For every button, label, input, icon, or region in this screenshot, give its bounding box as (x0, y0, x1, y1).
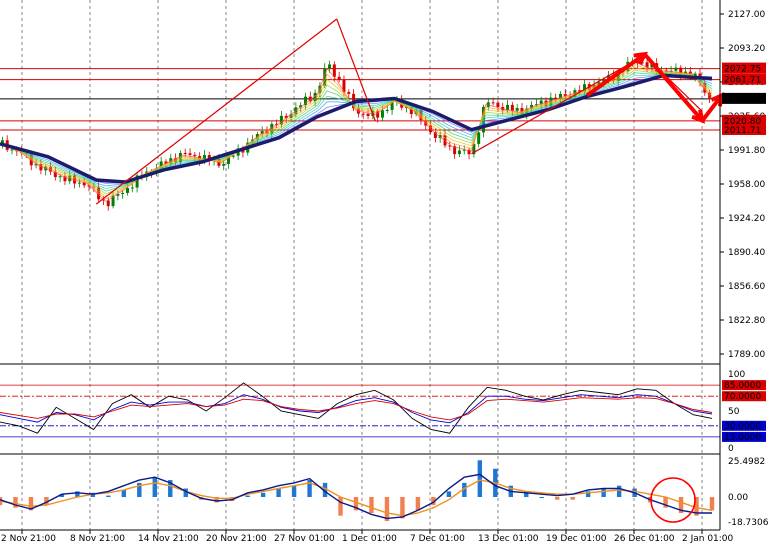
y-tick-label: 1991.80 (728, 146, 765, 156)
y-tick-label: 2127.00 (728, 10, 765, 20)
macd-histogram-bar (152, 477, 157, 497)
macd-histogram-bar (616, 485, 622, 497)
y-tick-label: 1789.00 (728, 350, 765, 360)
price-chart: 2127.002093.202059.402025.601991.801958.… (0, 0, 770, 545)
level-label: 2061.71 (724, 76, 761, 86)
candle-body (77, 182, 81, 184)
y-tick-label: 1822.80 (728, 316, 765, 326)
rsi-axis-label: 50 (728, 407, 740, 417)
candle-body (496, 102, 500, 107)
candle-body (515, 108, 519, 111)
macd-histogram-bar (415, 497, 421, 511)
candle-body (222, 163, 226, 166)
macd-histogram-bar (555, 497, 560, 500)
candle-body (385, 109, 389, 111)
candle-body (477, 132, 481, 144)
macd-histogram-bar (446, 491, 452, 497)
candle-body (347, 92, 351, 94)
macd-histogram-bar (477, 460, 483, 497)
candle-body (188, 153, 192, 155)
x-tick-label: 26 Dec 01:00 (614, 534, 675, 544)
macd-histogram-bar (338, 497, 343, 516)
candle-body (380, 110, 384, 118)
y-tick-label: 1890.40 (728, 248, 765, 258)
macd-histogram-bar (260, 492, 266, 497)
chart-background (0, 0, 770, 545)
macd-histogram-bar (570, 497, 575, 500)
macd-histogram-bar (369, 497, 374, 514)
candle-body (510, 104, 514, 111)
candle-body (125, 188, 129, 193)
x-tick-label: 13 Dec 01:00 (478, 534, 539, 544)
x-tick-label: 20 Nov 21:00 (206, 534, 267, 544)
level-label: 2072.75 (724, 65, 761, 75)
rsi-level-label: 70.0000 (724, 392, 761, 402)
candle-body (328, 64, 332, 69)
macd-histogram-bar (539, 497, 544, 498)
macd-histogram-bar (601, 488, 606, 497)
x-tick-label: 8 Nov 21:00 (70, 534, 125, 544)
candle-body (130, 187, 134, 189)
candle-body (183, 152, 187, 154)
macd-histogram-bar (291, 485, 297, 497)
x-tick-label: 1 Dec 01:00 (342, 534, 397, 544)
candle-body (366, 113, 370, 116)
rsi-axis-label: 100 (728, 370, 745, 380)
candle-body (674, 67, 678, 71)
x-tick-label: 2 Nov 21:00 (1, 534, 56, 544)
y-tick-label: 1924.20 (728, 214, 765, 224)
y-tick-label: 1856.60 (728, 282, 765, 292)
level-label: 2011.71 (724, 126, 761, 136)
candle-body (337, 76, 341, 80)
level-label: 2042.61 (724, 95, 761, 105)
y-tick-label: 1958.00 (728, 180, 765, 190)
x-tick-label: 7 Dec 01:00 (410, 534, 465, 544)
x-tick-label: 14 Nov 21:00 (138, 534, 199, 544)
candle-body (457, 150, 461, 155)
macd-histogram-bar (121, 489, 127, 497)
macd-histogram-bar (106, 495, 111, 497)
rsi-level-label: 85.0000 (724, 381, 761, 391)
macd-histogram-bar (709, 497, 715, 511)
rsi-level-label: 30.0000 (724, 422, 761, 432)
candle-body (491, 102, 495, 104)
x-tick-label: 27 Nov 01:00 (274, 534, 335, 544)
macd-histogram-bar (245, 495, 250, 497)
macd-axis-label: 0.00 (728, 493, 748, 503)
x-tick-label: 2 Jan 01:00 (682, 534, 734, 544)
candle-body (10, 149, 14, 151)
y-tick-label: 2093.20 (728, 44, 765, 54)
rsi-axis-label: 0 (728, 444, 734, 454)
macd-histogram-bar (276, 488, 281, 497)
candle-body (332, 64, 336, 77)
candle-body (121, 192, 125, 195)
candle-body (106, 200, 110, 207)
rsi-level-label: 15.0000 (724, 433, 761, 443)
x-tick-label: 19 Dec 01:00 (546, 534, 607, 544)
macd-axis-label: -18.7306 (728, 518, 769, 528)
candle-body (193, 154, 197, 157)
candle-body (361, 113, 365, 115)
macd-axis-label: 25.4982 (728, 457, 765, 467)
candle-body (58, 176, 62, 178)
